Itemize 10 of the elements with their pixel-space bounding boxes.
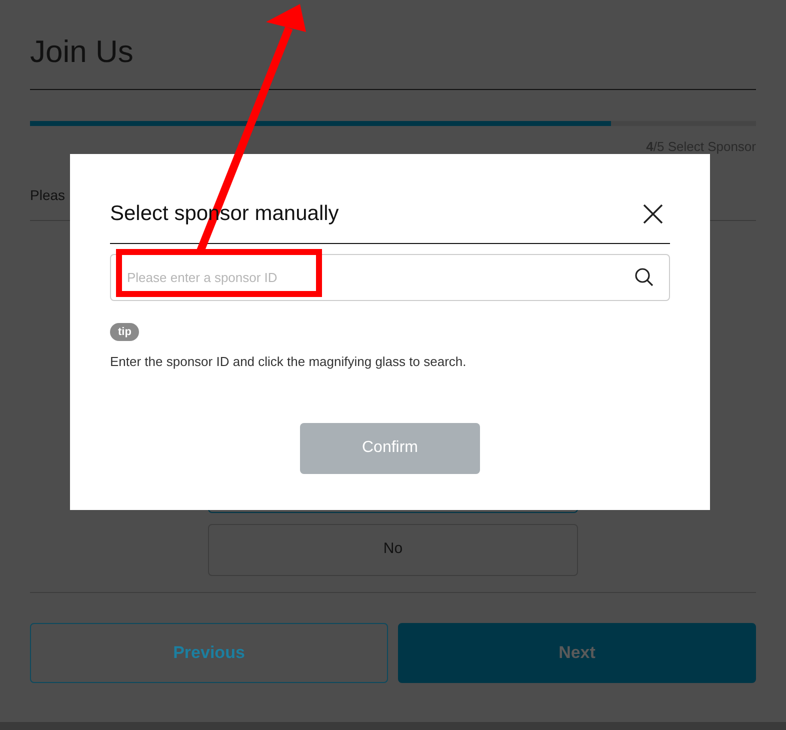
page-title: Join Us xyxy=(30,33,134,71)
search-icon[interactable] xyxy=(634,266,654,286)
previous-button[interactable]: Previous xyxy=(30,622,388,682)
close-icon[interactable] xyxy=(642,202,664,225)
prompt-text: Pleas xyxy=(30,186,66,204)
option-button[interactable]: No xyxy=(208,524,578,576)
next-button[interactable]: Next xyxy=(398,622,756,682)
tip-text: Enter the sponsor ID and click the magnifying glass to search. xyxy=(110,353,468,371)
search-field[interactable]: Please enter a sponsor ID xyxy=(110,254,670,300)
tip-badge: tip xyxy=(110,322,140,341)
